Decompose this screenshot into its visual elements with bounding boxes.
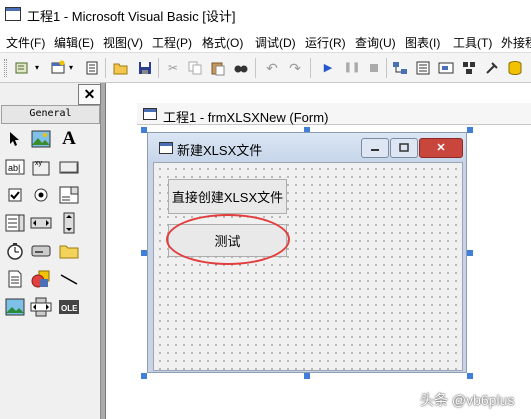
vscrollbar-tool-icon[interactable] <box>57 212 81 234</box>
menu-run[interactable]: 运行(R) <box>305 34 346 51</box>
form-client-area[interactable]: 直接创建XLSX文件 测试 <box>153 162 463 371</box>
textbox-tool-icon[interactable]: ab| <box>3 156 27 178</box>
redo-icon[interactable]: ↷ <box>287 60 303 76</box>
timer-tool-icon[interactable] <box>3 240 27 262</box>
toolbar-grip[interactable] <box>4 59 7 77</box>
chevron-down-icon[interactable]: ▾ <box>33 60 41 76</box>
toolbar-separator <box>158 58 159 78</box>
listbox-tool-icon[interactable] <box>3 212 27 234</box>
add-form-icon[interactable] <box>50 60 66 76</box>
end-icon[interactable] <box>366 60 382 76</box>
menu-diagram[interactable]: 图表(I) <box>405 34 440 51</box>
toolbar-separator <box>310 58 311 78</box>
watermark: 头条 @vb6plus <box>420 392 515 408</box>
properties-icon[interactable] <box>415 60 431 76</box>
image-tool-icon[interactable] <box>3 296 27 318</box>
toolbar-separator <box>255 58 256 78</box>
picturebox-tool-icon[interactable] <box>29 128 53 150</box>
label-tool-icon[interactable]: A <box>57 128 81 150</box>
menu-debug[interactable]: 调试(D) <box>255 34 296 51</box>
chevron-down-icon[interactable]: ▾ <box>67 60 75 76</box>
svg-text:OLE: OLE <box>61 304 78 313</box>
vb-app-icon <box>5 7 21 21</box>
drivelistbox-tool-icon[interactable] <box>29 240 53 262</box>
pointer-tool-icon[interactable] <box>3 128 27 150</box>
save-icon[interactable] <box>137 60 153 76</box>
resize-handle-s[interactable] <box>304 373 310 379</box>
optionbutton-tool-icon[interactable] <box>29 184 53 206</box>
menu-bar: 文件(F) 编辑(E) 视图(V) 工程(P) 格式(O) 调试(D) 运行(R… <box>0 28 531 53</box>
data-view-icon[interactable] <box>507 60 523 76</box>
menu-query[interactable]: 查询(U) <box>355 34 396 51</box>
cut-icon[interactable]: ✂ <box>165 60 181 76</box>
open-icon[interactable] <box>113 60 129 76</box>
highlight-ellipse <box>166 214 290 265</box>
copy-icon[interactable] <box>187 60 203 76</box>
hscrollbar-tool-icon[interactable] <box>29 212 53 234</box>
resize-handle-e[interactable] <box>467 250 473 256</box>
resize-handle-sw[interactable] <box>141 373 147 379</box>
designer-title-bar: 工程1 - frmXLSXNew (Form) <box>137 103 531 125</box>
line-tool-icon[interactable] <box>57 268 81 290</box>
menu-add-ins[interactable]: 外接程 <box>501 34 531 51</box>
shape-tool-icon[interactable] <box>29 268 53 290</box>
close-icon[interactable]: ✕ <box>78 84 101 105</box>
designer-title: 工程1 - frmXLSXNew (Form) <box>163 110 329 125</box>
close-icon[interactable]: ✕ <box>419 138 463 158</box>
menu-project[interactable]: 工程(P) <box>152 34 192 51</box>
title-bar: 工程1 - Microsoft Visual Basic [设计] <box>0 0 531 28</box>
menu-format[interactable]: 格式(O) <box>202 34 243 51</box>
maximize-icon[interactable] <box>390 138 418 158</box>
project-explorer-icon[interactable] <box>392 60 408 76</box>
toolbox-panel: ✕ General A ab| xy OLE <box>0 83 101 419</box>
find-icon[interactable] <box>233 60 249 76</box>
form-caption: 新建XLSX文件 <box>177 143 263 158</box>
form-window-icon <box>143 108 157 120</box>
frame-tool-icon[interactable]: xy <box>29 156 53 178</box>
toolbox-tab-general[interactable]: General <box>1 105 100 124</box>
break-icon[interactable]: ❚❚ <box>344 60 361 76</box>
svg-text:ab|: ab| <box>8 163 20 173</box>
menu-tools[interactable]: 工具(T) <box>453 34 492 51</box>
dirlistbox-tool-icon[interactable] <box>57 240 81 262</box>
checkbox-tool-icon[interactable] <box>3 184 27 206</box>
resize-handle-ne[interactable] <box>467 127 473 133</box>
data-tool-icon[interactable] <box>29 296 53 318</box>
commandbutton-tool-icon[interactable] <box>57 156 81 178</box>
minimize-icon[interactable] <box>361 138 389 158</box>
toolbar-separator <box>386 58 387 78</box>
resize-handle-se[interactable] <box>467 373 473 379</box>
paste-icon[interactable] <box>210 60 226 76</box>
window-title: 工程1 - Microsoft Visual Basic [设计] <box>27 9 236 24</box>
create-xlsx-button[interactable]: 直接创建XLSX文件 <box>168 179 287 214</box>
add-project-icon[interactable] <box>14 60 30 76</box>
undo-icon[interactable]: ↶ <box>264 60 280 76</box>
form-layout-icon[interactable] <box>438 60 454 76</box>
standard-toolbar: ▾ ▾ ✂ ↶ ↷ ▶ ❚❚ <box>0 53 531 83</box>
toolbar-separator <box>105 58 106 78</box>
form-title-bar: 新建XLSX文件 ✕ <box>148 133 466 161</box>
start-icon[interactable]: ▶ <box>320 60 336 76</box>
svg-text:xy: xy <box>35 160 43 167</box>
menu-view[interactable]: 视图(V) <box>103 34 143 51</box>
toolbox-icon[interactable] <box>484 60 500 76</box>
filelistbox-tool-icon[interactable] <box>3 268 27 290</box>
menu-file[interactable]: 文件(F) <box>6 34 45 51</box>
combobox-tool-icon[interactable] <box>57 184 81 206</box>
form-icon <box>159 142 173 154</box>
menu-edit[interactable]: 编辑(E) <box>54 34 94 51</box>
menu-editor-icon[interactable] <box>84 60 100 76</box>
ole-tool-icon[interactable]: OLE <box>57 296 81 318</box>
object-browser-icon[interactable] <box>461 60 477 76</box>
